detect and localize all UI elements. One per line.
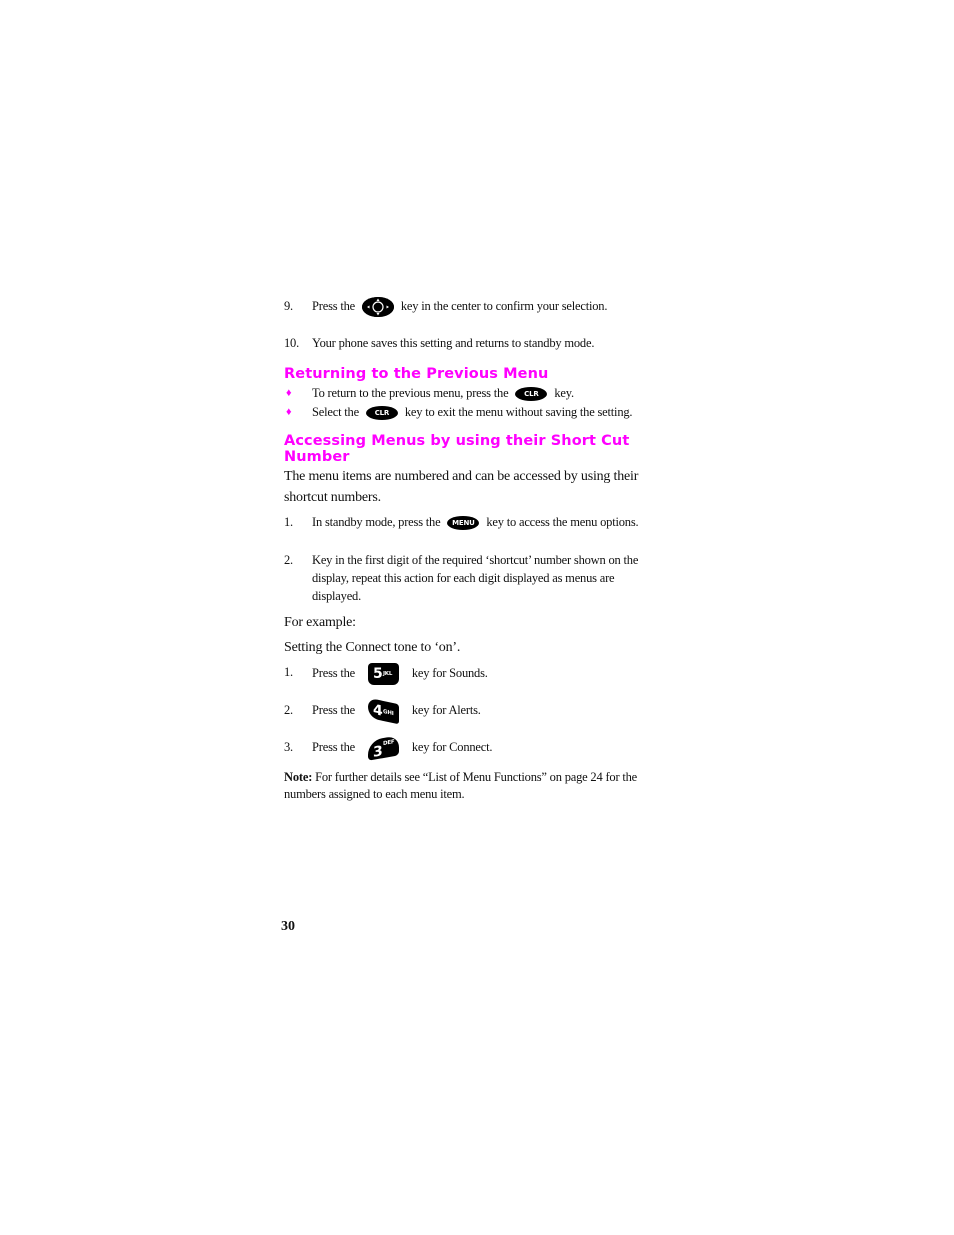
note: Note: For further details see “List of M… — [284, 769, 654, 803]
clr-key-icon: CLR — [515, 387, 548, 402]
step-text: Press the key in the center to confirm y… — [312, 297, 608, 318]
step-text-before: Press the — [312, 703, 355, 717]
diamond-bullet-icon: ♦ — [286, 406, 292, 418]
step-text-after: key to access the menu options. — [486, 515, 639, 529]
step-number: 2. — [284, 553, 293, 567]
step-text-after: key for Alerts. — [411, 703, 481, 717]
key-3-def-icon: 3 DEF — [367, 735, 399, 761]
step-number: 10. — [284, 336, 300, 350]
step-text: Press the 4 GHI key for Alerts. — [312, 697, 481, 725]
menu-key-icon: MENU — [447, 516, 480, 531]
bullet-text: To return to the previous menu, press th… — [312, 384, 574, 402]
heading-line: Accessing Menus by using their Short Cut — [284, 433, 630, 449]
step-text-before: Press the — [312, 299, 355, 313]
key-letters: JKL — [382, 671, 393, 677]
note-label: Note: — [284, 770, 313, 784]
bullet-text-after: key to exit the menu without saving the … — [404, 405, 633, 419]
step-number: 2. — [284, 703, 293, 717]
step-text-before: Press the — [312, 740, 355, 754]
page-number: 30 — [281, 919, 295, 934]
step-text: Your phone saves this setting and return… — [312, 336, 595, 350]
step-text-before: In standby mode, press the — [312, 515, 441, 529]
step-text-after: key for Connect. — [411, 740, 493, 754]
example-label: For example: — [284, 615, 356, 630]
key-digit: 5 — [372, 666, 383, 682]
bullet-text: Select the CLR key to exit the menu with… — [312, 403, 633, 421]
section-heading-shortcut: Accessing Menus by using their Short Cut… — [284, 433, 629, 465]
intro-paragraph: The menu items are numbered and can be a… — [284, 466, 638, 508]
step-text: Key in the first digit of the required ‘… — [312, 553, 639, 603]
step-number: 9. — [284, 299, 293, 313]
heading-line: Number — [284, 449, 350, 465]
key-letters: DEF — [382, 739, 395, 748]
bullet-text-after: key. — [554, 386, 574, 400]
example-title: Setting the Connect tone to ‘on’. — [284, 640, 461, 655]
key-digit: 3 — [372, 743, 383, 761]
nav-center-key-icon — [361, 297, 394, 318]
key-letters: GHI — [382, 709, 394, 718]
key-4-ghi-icon: 4 GHI — [367, 697, 399, 725]
diamond-bullet-icon: ♦ — [286, 387, 292, 399]
step-number: 1. — [284, 665, 293, 679]
section-heading-returning: Returning to the Previous Menu — [284, 366, 549, 382]
step-text-after: key in the center to confirm your select… — [400, 299, 608, 313]
bullet-text-before: Select the — [312, 405, 359, 419]
step-text: Press the 3 DEF key for Connect. — [312, 735, 493, 761]
step-text-before: Press the — [312, 665, 355, 680]
step-text: Press the 5 JKL key for Sounds. — [312, 663, 488, 685]
key-5-jkl-icon: 5 JKL — [367, 663, 399, 685]
step-text-after: key for Sounds. — [411, 665, 488, 680]
note-text: For further details see “List of Menu Fu… — [284, 770, 638, 801]
step-number: 3. — [284, 740, 293, 754]
clr-key-icon: CLR — [365, 406, 398, 421]
step-number: 1. — [284, 515, 293, 529]
step-text: In standby mode, press the MENU key to a… — [312, 513, 639, 531]
key-digit: 4 — [372, 701, 383, 720]
bullet-text-before: To return to the previous menu, press th… — [312, 386, 509, 400]
paragraph-line: shortcut numbers. — [284, 490, 381, 505]
manual-page: 9. Press the key in the center to confir… — [0, 0, 954, 1235]
paragraph-line: The menu items are numbered and can be a… — [284, 469, 639, 484]
